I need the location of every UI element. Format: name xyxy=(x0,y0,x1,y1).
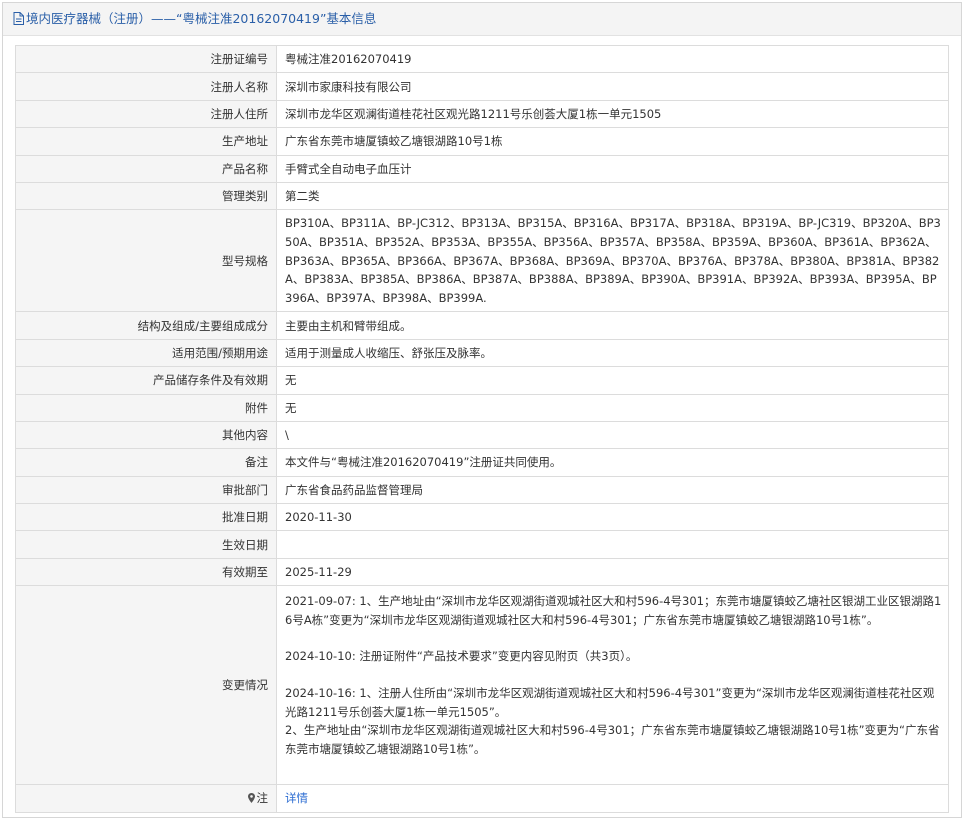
row-label: 附件 xyxy=(15,393,277,422)
page-title: 境内医疗器械（注册）——“粤械注准20162070419”基本信息 xyxy=(26,11,377,26)
row-value: 2025-11-29 xyxy=(276,557,949,587)
change-entry: 2024-10-16: 1、注册人住所由“深圳市龙华区观湖街道观城社区大和村59… xyxy=(285,686,935,719)
row-value: 粤械注准20162070419 xyxy=(276,44,949,74)
table-row: 注册人名称 深圳市家康科技有限公司 xyxy=(15,72,949,101)
row-label: 变更情况 xyxy=(15,585,277,786)
change-history-value: 2021-09-07: 1、生产地址由“深圳市龙华区观湖街道观城社区大和村596… xyxy=(276,585,949,786)
note-label: 注 xyxy=(256,791,269,806)
table-row: 附件 无 xyxy=(15,393,949,422)
table-row: 适用范围/预期用途 适用于测量成人收缩压、舒张压及脉率。 xyxy=(15,338,949,368)
row-label: 注册证编号 xyxy=(15,44,277,74)
registration-info-table: 注册证编号 粤械注准20162070419 注册人名称 深圳市家康科技有限公司 … xyxy=(15,44,949,813)
table-row: 审批部门 广东省食品药品监督管理局 xyxy=(15,475,949,505)
row-label: 有效期至 xyxy=(15,557,277,587)
info-panel: 境内医疗器械（注册）——“粤械注准20162070419”基本信息 注册证编号 … xyxy=(2,2,962,818)
row-value: 手臂式全自动电子血压计 xyxy=(276,154,949,183)
table-row: 生效日期 xyxy=(15,530,949,559)
details-link[interactable]: 详情 xyxy=(285,791,308,805)
row-label: 注册人住所 xyxy=(15,99,277,129)
change-entry: 2、生产地址由“深圳市龙华区观湖街道观城社区大和村596-4号301；广东省东莞… xyxy=(285,723,940,756)
table-row: 产品储存条件及有效期 无 xyxy=(15,366,949,395)
row-value: 深圳市龙华区观澜街道桂花社区观光路1211号乐创荟大厦1栋一单元1505 xyxy=(276,99,949,129)
table-row: 备注 本文件与“粤械注准20162070419”注册证共同使用。 xyxy=(15,448,949,477)
row-label: 备注 xyxy=(15,448,277,477)
row-label: 其他内容 xyxy=(15,420,277,450)
table-row: 其他内容 \ xyxy=(15,420,949,450)
model-spec-value: BP310A、BP311A、BP-JC312、BP313A、BP315A、BP3… xyxy=(276,209,949,313)
row-value: 详情 xyxy=(276,784,949,813)
panel-title-bar: 境内医疗器械（注册）——“粤械注准20162070419”基本信息 xyxy=(3,3,961,36)
row-value: 本文件与“粤械注准20162070419”注册证共同使用。 xyxy=(276,448,949,477)
table-row: 型号规格 BP310A、BP311A、BP-JC312、BP313A、BP315… xyxy=(15,209,949,313)
location-pin-icon xyxy=(247,792,255,806)
table-row: 结构及组成/主要组成成分 主要由主机和臂带组成。 xyxy=(15,311,949,340)
row-label: 批准日期 xyxy=(15,503,277,532)
row-value: 主要由主机和臂带组成。 xyxy=(276,311,949,340)
row-label: 产品名称 xyxy=(15,154,277,183)
row-value: 无 xyxy=(276,366,949,395)
row-value: \ xyxy=(276,420,949,450)
table-row: 生产地址 广东省东莞市塘厦镇蛟乙塘银湖路10号1栋 xyxy=(15,127,949,156)
row-value: 广东省东莞市塘厦镇蛟乙塘银湖路10号1栋 xyxy=(276,127,949,156)
change-entry: 2024-10-10: 注册证附件“产品技术要求”变更内容见附页（共3页）。 xyxy=(285,649,638,664)
row-label: 管理类别 xyxy=(15,181,277,211)
table-row: 注册证编号 粤械注准20162070419 xyxy=(15,44,949,74)
row-label: 生产地址 xyxy=(15,127,277,156)
row-label: 型号规格 xyxy=(15,209,277,313)
row-label: 结构及组成/主要组成成分 xyxy=(15,311,277,340)
table-row: 管理类别 第二类 xyxy=(15,181,949,211)
table-row: 注册人住所 深圳市龙华区观澜街道桂花社区观光路1211号乐创荟大厦1栋一单元15… xyxy=(15,99,949,129)
row-value: 广东省食品药品监督管理局 xyxy=(276,475,949,505)
row-label: 注册人名称 xyxy=(15,72,277,101)
row-label: 生效日期 xyxy=(15,530,277,559)
row-label: 审批部门 xyxy=(15,475,277,505)
row-label: 适用范围/预期用途 xyxy=(15,338,277,368)
table-row: 产品名称 手臂式全自动电子血压计 xyxy=(15,154,949,183)
row-value xyxy=(276,530,949,559)
document-icon xyxy=(13,5,24,37)
row-value: 2020-11-30 xyxy=(276,503,949,532)
change-entry: 2021-09-07: 1、生产地址由“深圳市龙华区观湖街道观城社区大和村596… xyxy=(285,594,942,627)
row-label: 产品储存条件及有效期 xyxy=(15,366,277,395)
table-row: 注 详情 xyxy=(15,784,949,813)
note-label-cell: 注 xyxy=(15,784,277,813)
table-row: 批准日期 2020-11-30 xyxy=(15,503,949,532)
table-row: 变更情况 2021-09-07: 1、生产地址由“深圳市龙华区观湖街道观城社区大… xyxy=(15,585,949,786)
row-value: 深圳市家康科技有限公司 xyxy=(276,72,949,101)
row-value: 无 xyxy=(276,393,949,422)
row-value: 适用于测量成人收缩压、舒张压及脉率。 xyxy=(276,338,949,368)
row-value: 第二类 xyxy=(276,181,949,211)
table-row: 有效期至 2025-11-29 xyxy=(15,557,949,587)
